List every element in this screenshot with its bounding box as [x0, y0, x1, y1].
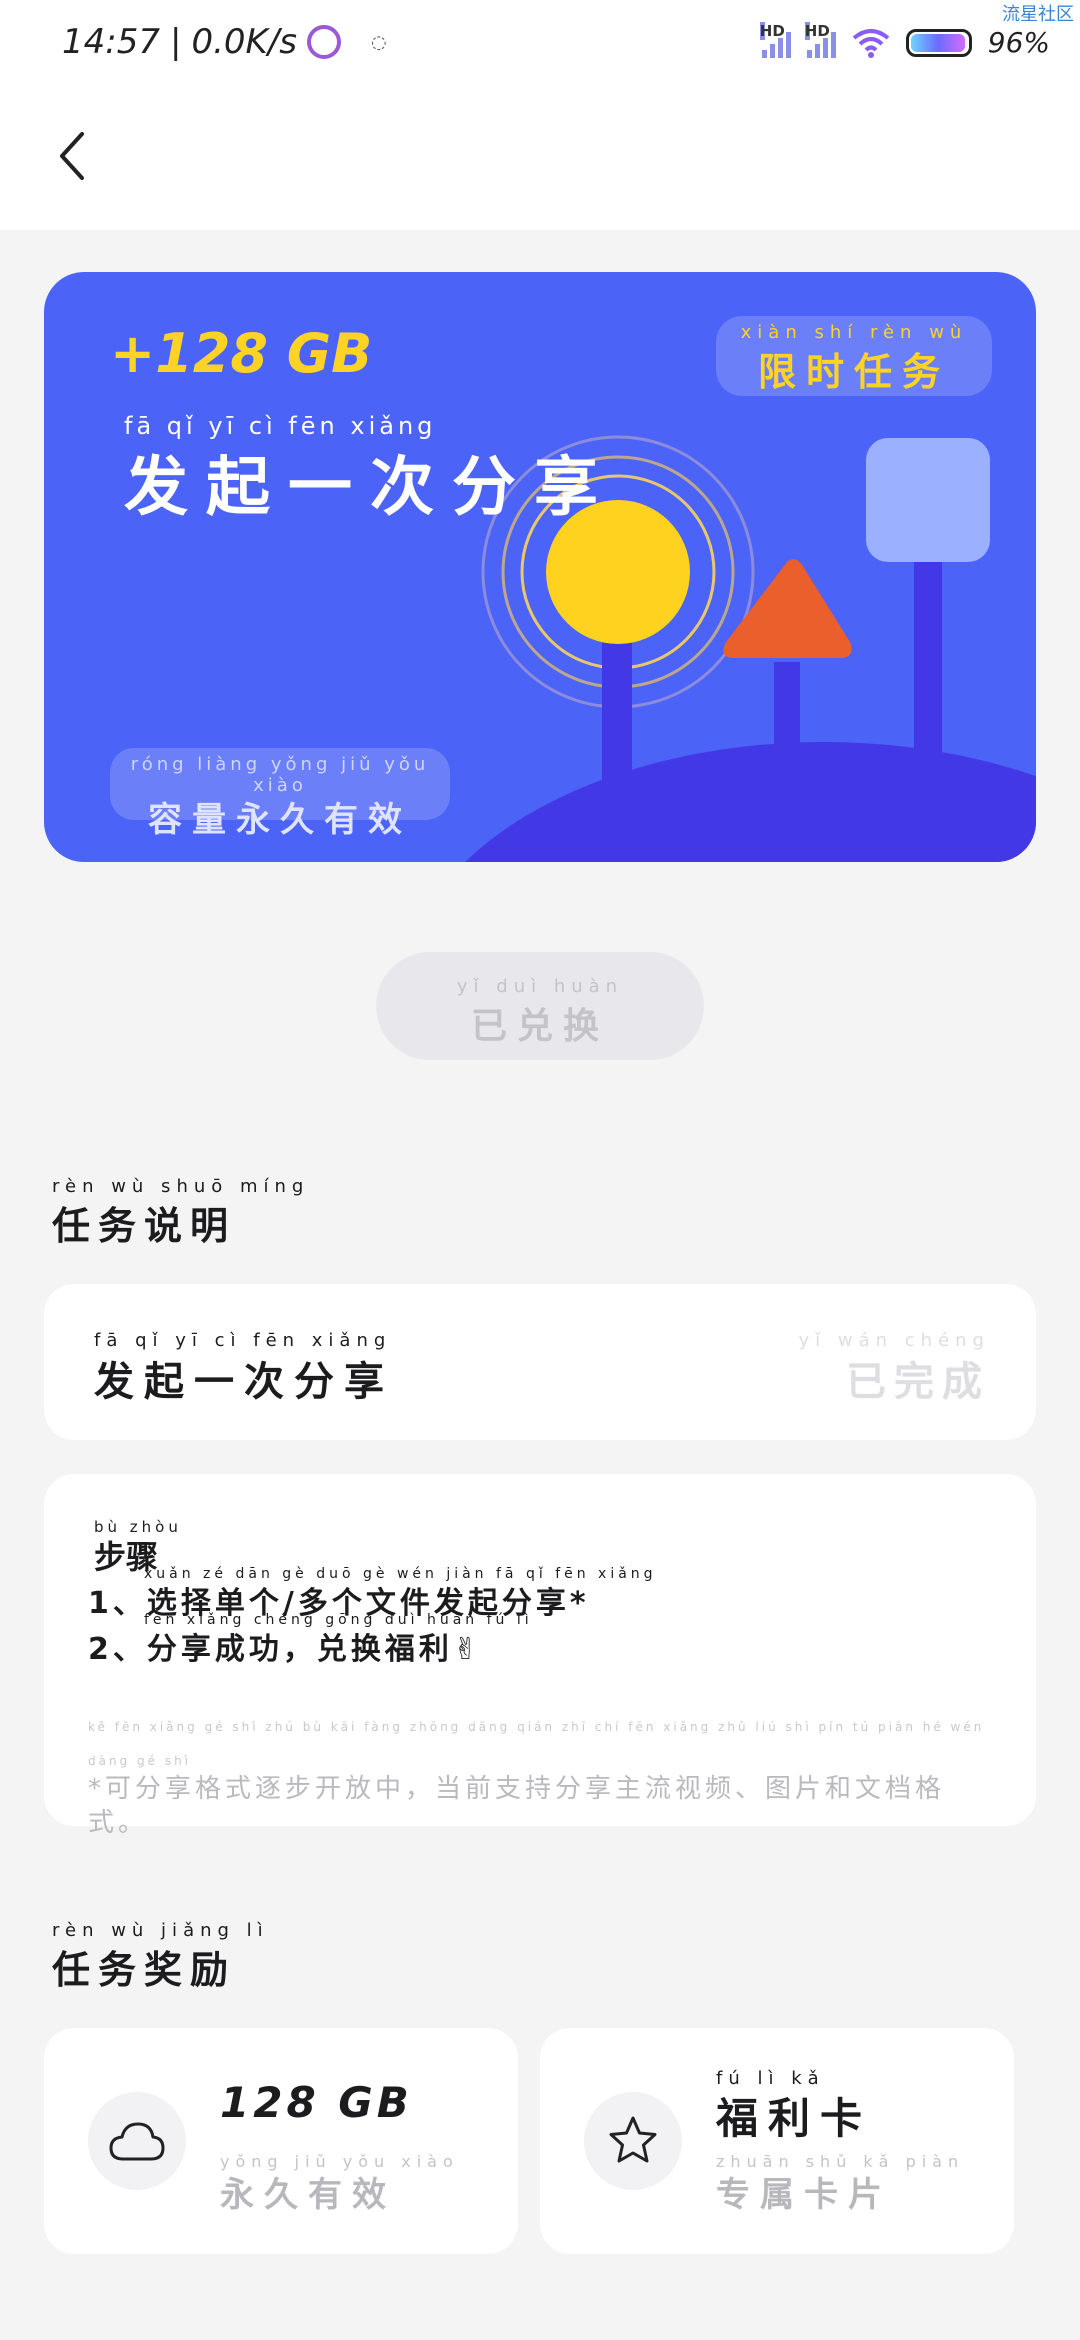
battery-percent: 96%	[987, 26, 1050, 59]
star-icon	[609, 2116, 657, 2163]
battery-icon	[905, 28, 972, 57]
task-card: fā qǐ yī cì fēn xiǎng 发起一次分享 yǐ wán chén…	[44, 1284, 1036, 1440]
limited-time-badge: xiàn shí rèn wù 限时任务	[716, 316, 992, 396]
status-bar: 14:57 | 0.0K/s ◌ HD HD 96% 流星社区	[0, 0, 1080, 90]
back-icon[interactable]	[40, 120, 110, 190]
header	[0, 90, 1080, 230]
cloud-icon	[109, 2122, 165, 2161]
task-status: yǐ wán chéng 已完成	[798, 1330, 990, 1405]
steps-card: bù zhòu 步骤 xuǎn zé dān gè duō gè wén jià…	[44, 1474, 1036, 1838]
task-banner: +128 GB fā qǐ yī cì fēn xiǎng 发起一次分享 xià…	[44, 272, 1036, 862]
clock: 14:57	[62, 22, 160, 62]
notification-icon: ◌	[371, 31, 387, 53]
rewards-heading: rèn wù jiǎng lì 任务奖励	[52, 1920, 269, 1992]
task-name: fā qǐ yī cì fēn xiǎng 发起一次分享	[94, 1330, 394, 1405]
reward-card-welfare: fú lì kǎ 福利卡 zhuān shǔ kǎ piàn 专属卡片	[540, 2028, 1014, 2254]
watermark: 流星社区	[1002, 4, 1074, 25]
status-left: 14:57 | 0.0K/s ◌	[62, 22, 387, 62]
wifi-icon	[852, 28, 890, 58]
reward-title: fú lì kǎ 福利卡	[716, 2068, 873, 2143]
task-description-heading: rèn wù shuō míng 任务说明	[52, 1176, 310, 1248]
reward-subtitle: yǒng jiǔ yǒu xiào 永久有效	[220, 2152, 459, 2215]
reward-title: 128 GB	[220, 2078, 413, 2127]
redeemed-button[interactable]: yǐ duì huàn 已兑换	[376, 952, 704, 1060]
reward-subtitle: zhuān shǔ kǎ piàn 专属卡片	[716, 2152, 965, 2215]
signal-icon-2: HD	[804, 21, 836, 58]
banner-title: fā qǐ yī cì fēn xiǎng 发起一次分享	[124, 412, 616, 525]
steps-note: kě fēn xiǎng gé shì zhú bù kāi fàng zhōn…	[88, 1720, 985, 1838]
reward-card-storage: 128 GB yǒng jiǔ yǒu xiào 永久有效	[44, 2028, 518, 2254]
status-right: HD HD 96%	[759, 21, 1050, 59]
permanent-validity-badge: róng liàng yǒng jiǔ yǒu xiào 容量永久有效	[110, 748, 450, 840]
alarm-icon	[307, 25, 341, 59]
net-speed: 0.0K/s	[191, 22, 297, 62]
reward-amount: +128 GB	[110, 322, 373, 385]
step-2: fēn xiǎng chéng gōng duì huàn fú lì 2、分享…	[88, 1612, 533, 1667]
signal-icon: HD	[759, 21, 791, 58]
